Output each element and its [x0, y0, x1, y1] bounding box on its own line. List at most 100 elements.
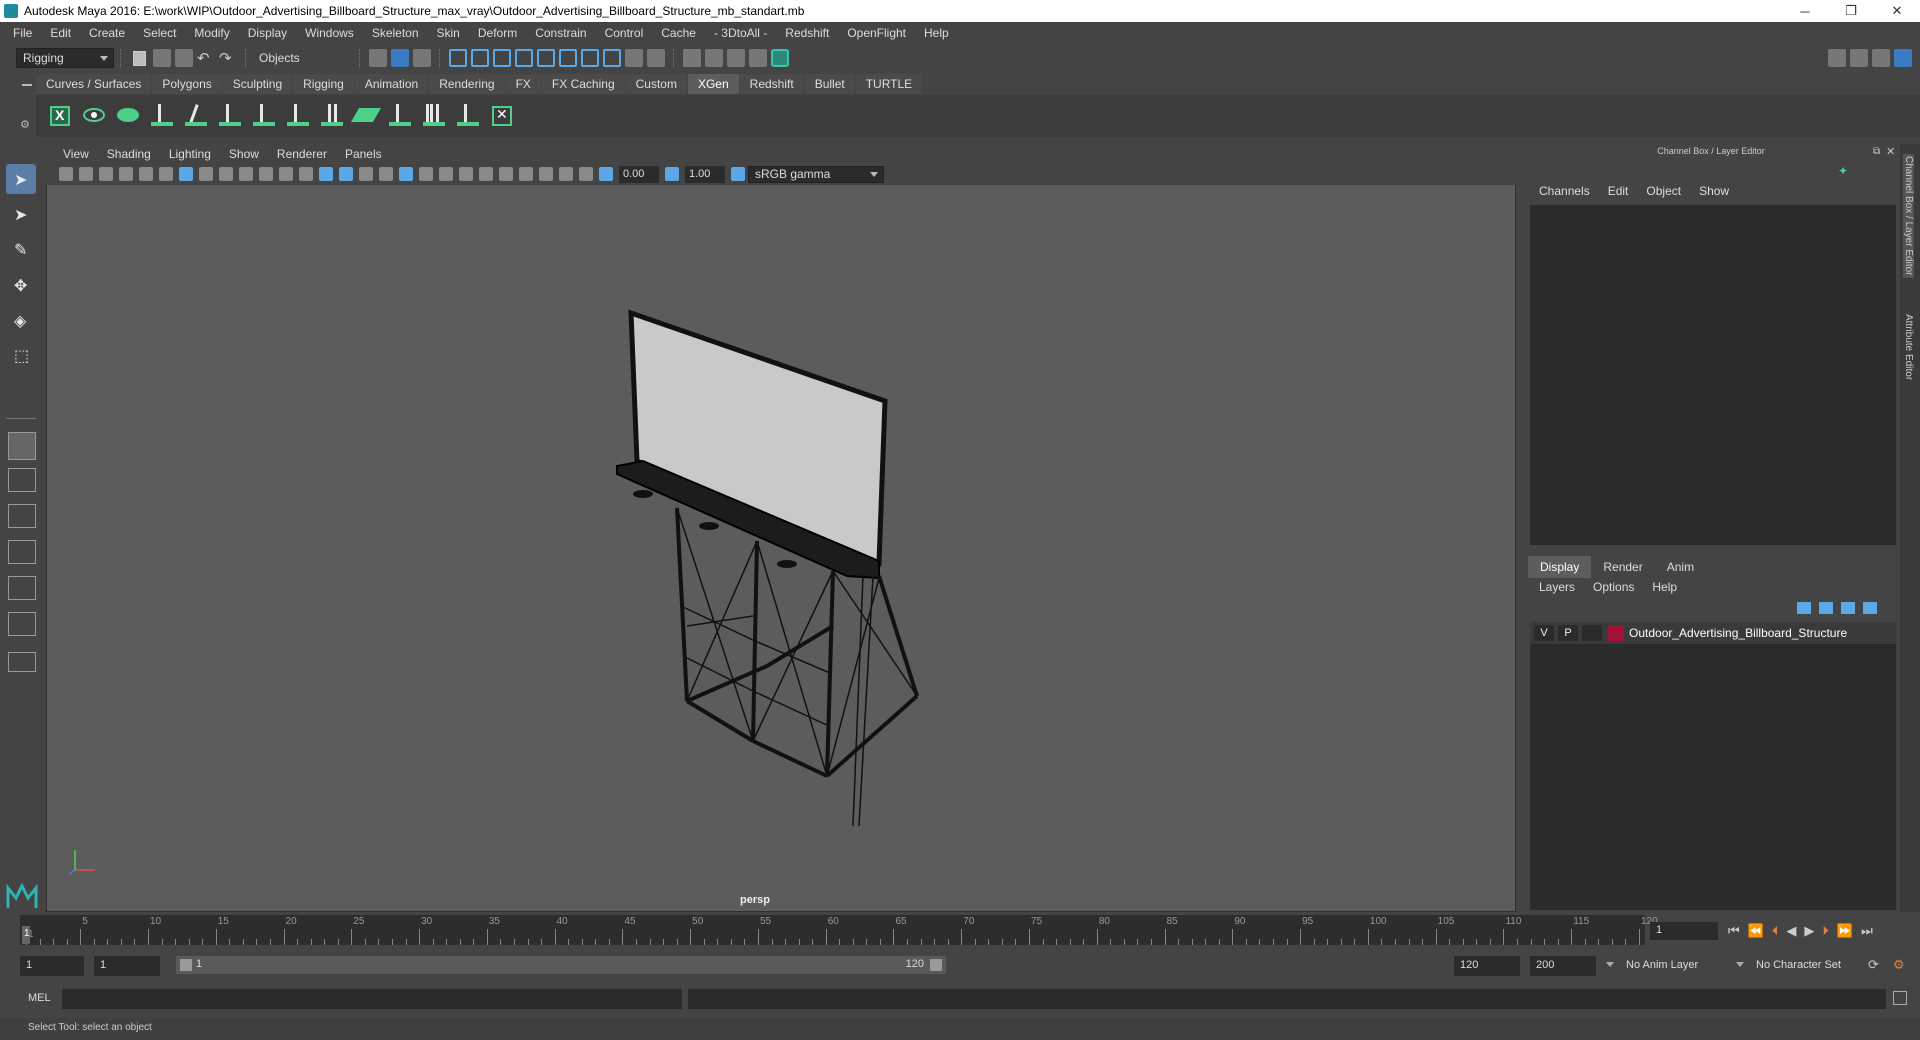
wireframe-icon[interactable]	[319, 167, 333, 181]
viewport-menu-show[interactable]: Show	[220, 147, 268, 161]
menu-skeleton[interactable]: Skeleton	[363, 26, 428, 40]
tab-redshift[interactable]: Redshift	[739, 74, 804, 94]
go-to-end-icon[interactable]: ⏭	[1861, 923, 1873, 939]
render-settings-icon[interactable]	[749, 49, 767, 67]
step-forward-key-icon[interactable]: ⏵	[1822, 923, 1829, 939]
menu-create[interactable]: Create	[80, 26, 134, 40]
single-perspective-layout-icon[interactable]	[8, 432, 36, 460]
snap-to-grid-icon[interactable]	[449, 49, 467, 67]
move-layer-up-icon[interactable]	[1797, 602, 1811, 614]
tab-anim[interactable]: Anim	[1654, 556, 1707, 578]
tab-render[interactable]: Render	[1591, 556, 1655, 578]
gamma-field[interactable]: 1.00	[685, 165, 725, 183]
perspective-viewport[interactable]	[46, 145, 1516, 912]
menu-3dtoall[interactable]: - 3DtoAll -	[705, 26, 776, 40]
paint-select-tool-icon[interactable]: ✎	[6, 234, 36, 264]
xgen-editor-icon[interactable]: X	[46, 100, 74, 132]
menu-skin[interactable]: Skin	[428, 26, 469, 40]
open-scene-icon[interactable]	[153, 49, 171, 67]
soft-select-icon[interactable]	[603, 49, 621, 67]
step-back-frame-icon[interactable]: ⏪	[1748, 923, 1764, 939]
grid-icon[interactable]	[179, 167, 193, 181]
gamma-icon[interactable]	[665, 167, 679, 181]
camera-attributes-icon[interactable]	[79, 167, 93, 181]
make-live-icon[interactable]	[537, 49, 555, 67]
resolution-gate-icon[interactable]	[219, 167, 233, 181]
new-scene-icon[interactable]	[133, 50, 146, 66]
time-slider[interactable]: 1 5 10 15 20 25 30 35 40 45 50 55 60 65 70 75 80 85 90 95 10…	[20, 915, 1658, 945]
float-panel-icon[interactable]: ⧉	[1873, 146, 1880, 157]
image-plane-icon[interactable]	[119, 167, 133, 181]
shadows-icon[interactable]	[419, 167, 433, 181]
edit-guides-icon[interactable]	[216, 100, 244, 132]
exposure-field[interactable]: 0.00	[619, 165, 659, 183]
create-description-icon[interactable]	[318, 100, 346, 132]
command-input[interactable]	[62, 989, 682, 1009]
tab-sculpting[interactable]: Sculpting	[222, 74, 293, 94]
menu-file[interactable]: File	[4, 26, 41, 40]
symmetry-icon[interactable]	[581, 49, 599, 67]
tab-fx-caching[interactable]: FX Caching	[541, 74, 625, 94]
select-tool-icon[interactable]: ➤	[6, 164, 36, 194]
2d-pan-zoom-icon[interactable]	[139, 167, 153, 181]
tab-polygons[interactable]: Polygons	[152, 74, 222, 94]
film-gate-icon[interactable]	[199, 167, 213, 181]
channel-box-menu-show[interactable]: Show	[1690, 184, 1738, 202]
snap-to-view-plane-icon[interactable]	[515, 49, 533, 67]
menu-windows[interactable]: Windows	[296, 26, 363, 40]
anti-aliasing-icon[interactable]	[479, 167, 493, 181]
layer-playback-toggle[interactable]: P	[1558, 625, 1578, 641]
playback-end-field[interactable]: 120	[1454, 956, 1520, 976]
view-transform-dropdown[interactable]: sRGB gamma	[748, 165, 884, 183]
new-empty-layer-icon[interactable]	[1841, 602, 1855, 614]
tab-rendering[interactable]: Rendering	[429, 74, 505, 94]
layer-display-type-toggle[interactable]	[1582, 625, 1602, 641]
xgen-clear-preview-icon[interactable]	[114, 100, 142, 132]
step-forward-frame-icon[interactable]: ⏩	[1837, 923, 1853, 939]
tab-curves-surfaces[interactable]: Curves / Surfaces	[36, 74, 152, 94]
menu-edit[interactable]: Edit	[41, 26, 80, 40]
field-chart-icon[interactable]	[259, 167, 273, 181]
menu-help[interactable]: Help	[915, 26, 958, 40]
interactive-groom-icon[interactable]	[454, 100, 482, 132]
layer-row[interactable]: V P Outdoor_Advertising_Billboard_Struct…	[1530, 622, 1896, 644]
wireframe-on-shaded-icon[interactable]	[359, 167, 373, 181]
four-view-layout-icon[interactable]	[8, 468, 36, 492]
close-panel-icon[interactable]: ✕	[1886, 145, 1895, 158]
depth-of-field-icon[interactable]	[499, 167, 513, 181]
current-frame-field[interactable]: 1	[1650, 922, 1718, 940]
safe-action-icon[interactable]	[279, 167, 293, 181]
select-by-component-icon[interactable]	[413, 49, 431, 67]
snap-together-icon[interactable]	[559, 49, 577, 67]
shelf-options[interactable]: ⚙	[16, 74, 36, 140]
restore-button[interactable]: ❐	[1828, 3, 1874, 19]
motion-blur-icon[interactable]	[459, 167, 473, 181]
channel-box-icon[interactable]: ✦	[1838, 164, 1848, 178]
play-backwards-icon[interactable]: ◀	[1786, 923, 1796, 939]
grooming-icon[interactable]	[420, 100, 448, 132]
scale-tool-icon[interactable]: ⬚	[6, 340, 36, 370]
range-end-handle[interactable]	[930, 959, 942, 971]
layer-visibility-toggle[interactable]: V	[1534, 625, 1554, 641]
move-tool-icon[interactable]: ✥	[6, 270, 36, 300]
viewport-menu-view[interactable]: View	[54, 147, 98, 161]
menu-modify[interactable]: Modify	[185, 26, 238, 40]
xray-joints-icon[interactable]	[559, 167, 573, 181]
color-management-icon[interactable]	[731, 167, 745, 181]
add-guides-icon[interactable]	[148, 100, 176, 132]
persp-uv-layout-icon[interactable]	[8, 576, 36, 600]
sculpt-guides-icon[interactable]	[182, 100, 210, 132]
attach-guides-icon[interactable]	[386, 100, 414, 132]
backface-culling-icon[interactable]	[579, 167, 593, 181]
custom-layout-icon[interactable]	[8, 652, 36, 672]
hypershade-icon[interactable]	[771, 49, 789, 67]
tool-settings-icon[interactable]	[1872, 49, 1890, 67]
convert-to-polygons-icon[interactable]: ✕	[488, 100, 516, 132]
rotate-tool-icon[interactable]: ◈	[6, 305, 36, 335]
selection-mode-dropdown[interactable]: Objects	[253, 48, 353, 68]
viewport-menu-renderer[interactable]: Renderer	[268, 147, 336, 161]
tab-xgen[interactable]: XGen	[687, 74, 739, 94]
use-all-lights-icon[interactable]	[399, 167, 413, 181]
channel-list[interactable]	[1530, 205, 1896, 545]
tab-fx[interactable]: FX	[505, 74, 541, 94]
